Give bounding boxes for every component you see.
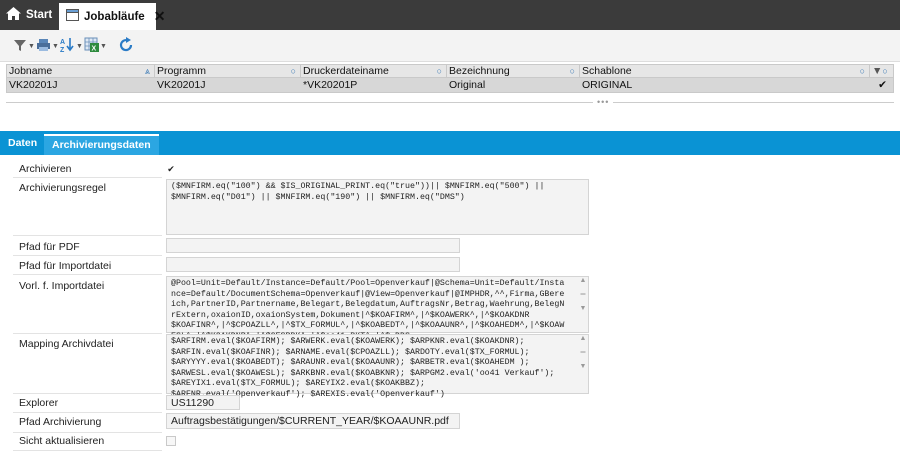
sort-icon[interactable]: ○ [570,65,575,77]
label-mapping-archivdatei: Mapping Archivdatei [19,338,114,350]
label-pfad-pdf: Pfad für PDF [19,241,80,253]
col-bezeichnung[interactable]: Bezeichnung ○ [447,65,580,77]
excel-icon: X [84,37,99,55]
archivierungsregel-textarea[interactable]: ($MNFIRM.eq("100") && $IS_ORIGINAL_PRINT… [166,179,589,235]
sort-icon: ○ [882,66,888,76]
label-vorl-importdatei: Vorl. f. Importdatei [19,280,105,292]
chevron-down-icon: ▼ [76,42,83,50]
tab-start-label: Start [26,9,53,21]
export-excel-button[interactable]: X ▼ [84,37,107,55]
sort-icon[interactable]: ○ [291,65,296,77]
refresh-button[interactable] [118,36,134,56]
refresh-icon [118,36,134,56]
tab-daten[interactable]: Daten [0,131,45,155]
sort-asc-icon[interactable]: ⩓ [145,65,150,77]
app-tabbar: Start Jobabläufe ✕ [0,0,900,30]
svg-text:A: A [60,39,65,46]
window-icon [66,9,79,24]
archive-form: Archivieren ✔ Archivierungsregel ($MNFIR… [0,155,900,463]
svg-text:Z: Z [60,47,65,52]
col-jobname[interactable]: Jobname ⩓ [7,65,155,77]
label-pfad-importdatei: Pfad für Importdatei [19,260,112,272]
cell-programm: VK20201J [157,79,206,91]
table-row[interactable]: VK20201J VK20201J *VK20201P Original ORI… [6,78,894,93]
tab-start[interactable]: Start [6,0,52,30]
toolbar: ▼ ▼ AZ ▼ X ▼ [0,30,900,62]
print-button[interactable]: ▼ [36,38,59,54]
mapping-archivdatei-textarea[interactable]: $ARFIRM.eval($KOAFIRM); $ARWERK.eval($KO… [166,334,589,399]
label-explorer: Explorer [19,397,59,409]
label-archivierungsregel: Archivierungsregel [19,182,106,194]
sicht-aktualisieren-checkbox[interactable] [166,436,176,446]
filter-button[interactable]: ▼ [13,38,35,54]
label-sicht-aktualisieren: Sicht aktualisieren [19,435,105,447]
cell-schablone: ORIGINAL [582,79,633,91]
chevron-down-icon: ▼ [52,42,59,50]
check-icon: ✔ [878,79,887,91]
scrollbar[interactable]: ▲ ═ ▼ [578,277,588,332]
printer-icon [36,38,51,55]
sort-icon[interactable]: ○ [437,65,442,77]
sort-button[interactable]: AZ ▼ [60,38,83,54]
chevron-down-icon: ▼ [28,42,35,50]
filter-icon: ▼ [872,65,883,77]
tab-jobablaeufe-label: Jobabläufe [84,10,145,23]
chevron-down-icon: ▼ [100,42,107,50]
tab-jobablaeufe[interactable]: Jobabläufe ✕ [59,3,165,30]
detail-tabbar: Daten Archivierungsdaten [0,131,900,155]
pfad-pdf-input[interactable] [166,238,460,253]
sort-icon[interactable]: ○ [860,65,865,77]
cell-jobname: VK20201J [9,79,58,91]
col-filter[interactable]: ▼○ [870,65,893,77]
scrollbar[interactable]: ▲ ═ ▼ [578,335,588,393]
cell-bezeichnung: Original [449,79,486,91]
drag-handle-icon[interactable]: ••• [593,97,614,107]
svg-text:X: X [92,46,97,53]
job-table: Jobname ⩓ Programm ○ Druckerdateiname ○ Bez… [6,64,894,93]
col-druckerdateiname[interactable]: Druckerdateiname ○ [301,65,447,77]
col-programm[interactable]: Programm ○ [155,65,301,77]
label-archivieren: Archivieren [19,163,72,175]
filter-icon [13,38,27,55]
close-icon[interactable]: ✕ [154,8,166,25]
pfad-archivierung-input[interactable]: Auftragsbestätigungen/$CURRENT_YEAR/$KOA… [166,413,460,429]
panel-splitter[interactable]: ••• [6,97,894,107]
vorl-importdatei-textarea[interactable]: @Pool=Unit=Default/Instance=Default/Pool… [166,276,589,341]
tab-archivierungsdaten[interactable]: Archivierungsdaten [44,134,159,155]
col-schablone[interactable]: Schablone ○ [580,65,870,77]
table-header: Jobname ⩓ Programm ○ Druckerdateiname ○ Bez… [6,64,894,78]
home-icon [6,7,21,23]
explorer-input[interactable]: US11290 [166,395,240,410]
cell-druckerdateiname: *VK20201P [303,79,358,91]
pfad-importdatei-input[interactable] [166,257,460,272]
archivieren-checkbox[interactable]: ✔ [166,164,176,174]
sort-az-icon: AZ [60,37,75,55]
label-pfad-archivierung: Pfad Archivierung [19,416,102,428]
